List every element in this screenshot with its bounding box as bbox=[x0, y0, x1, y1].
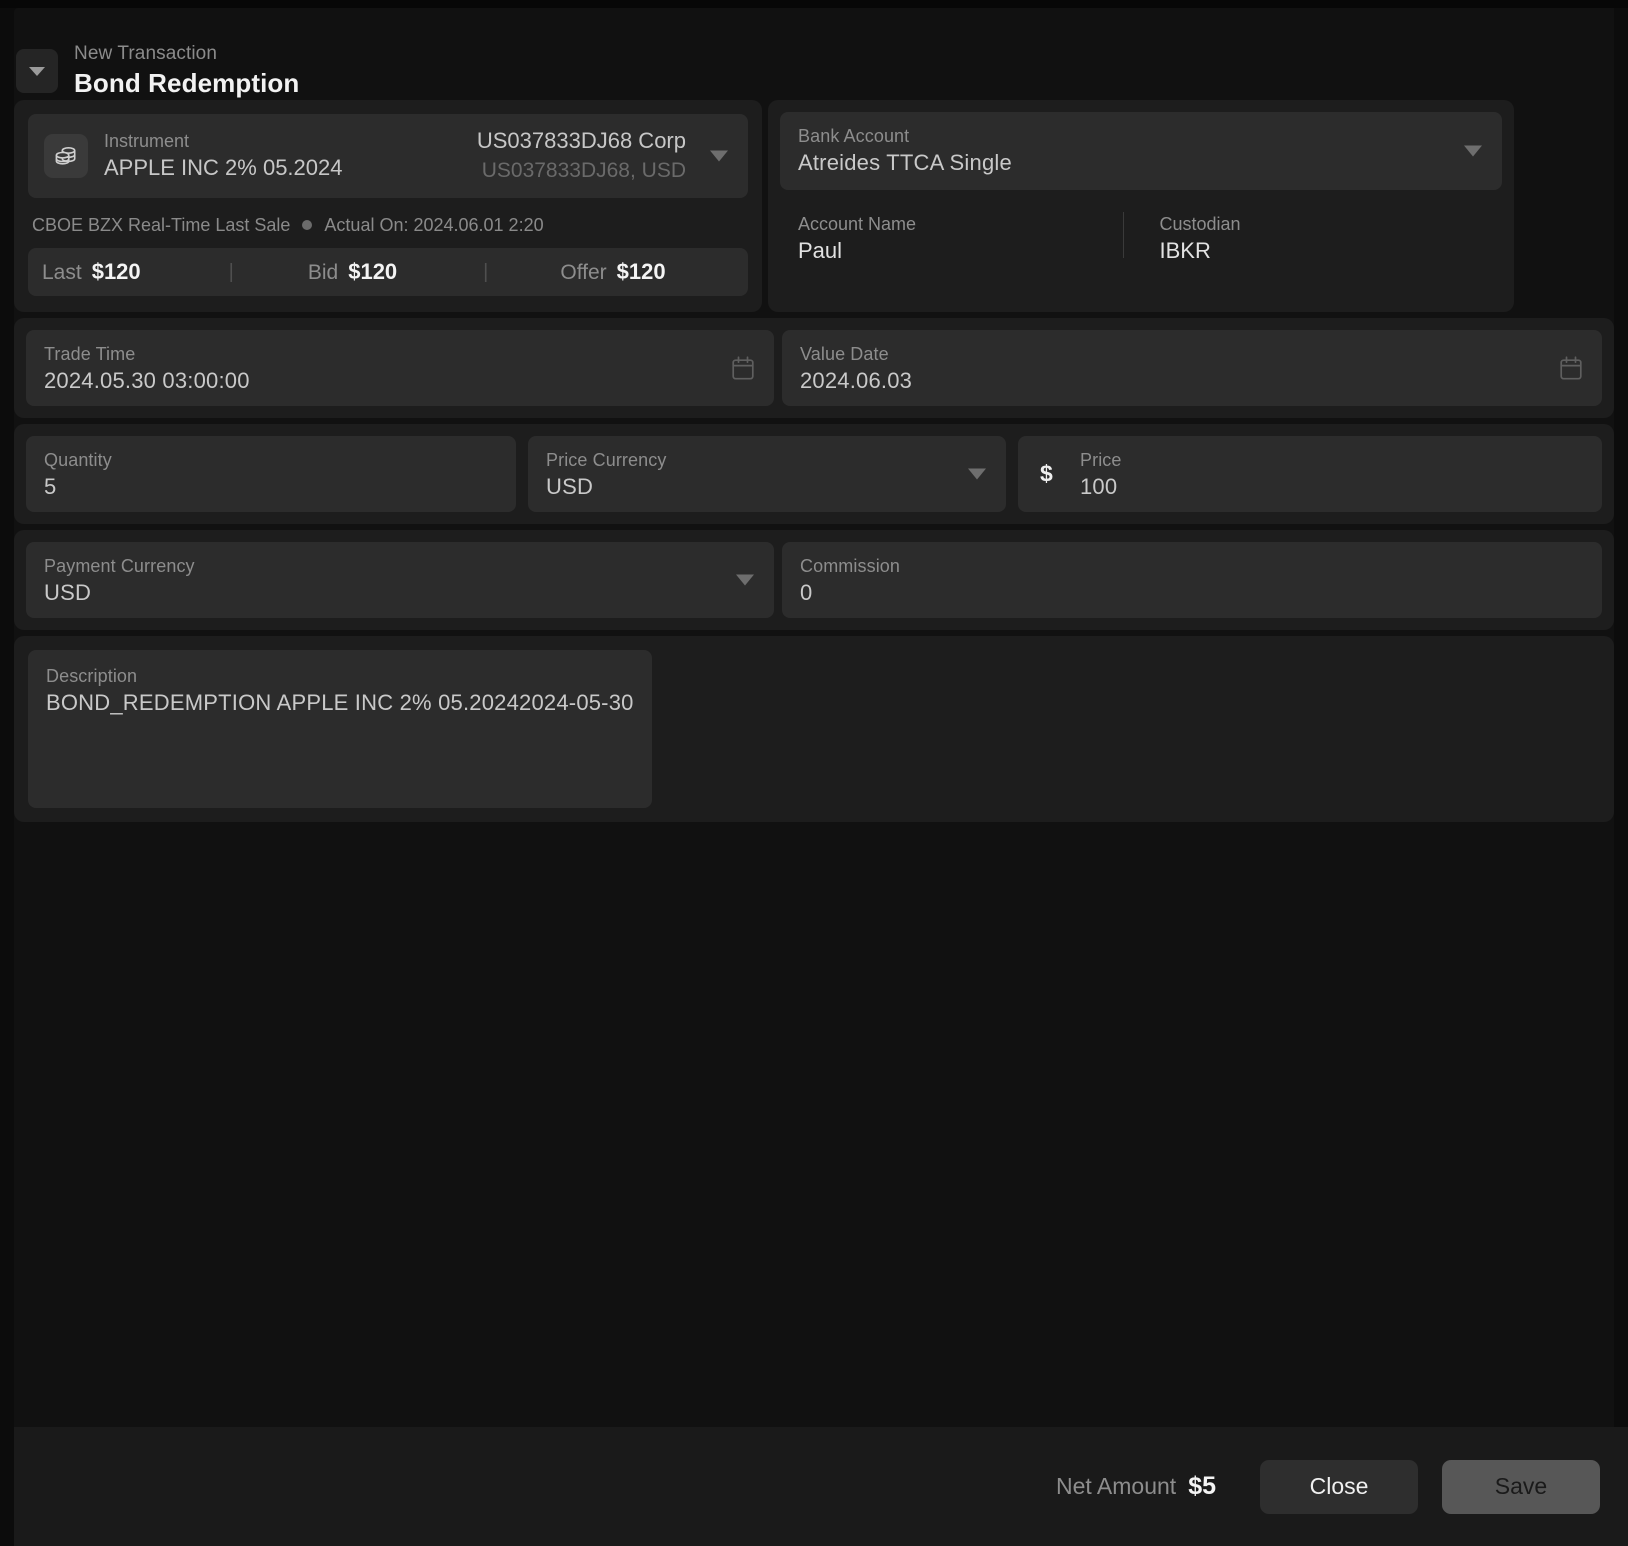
instrument-identifier: US037833DJ68 Corp bbox=[477, 126, 686, 156]
bank-details-row: Account Name Paul Custodian IBKR bbox=[780, 190, 1502, 266]
bank-account-select[interactable]: Bank Account Atreides TTCA Single bbox=[780, 112, 1502, 190]
dialog-footer: Net Amount $5 Close Save bbox=[14, 1427, 1628, 1546]
quantity-value: 5 bbox=[44, 472, 498, 502]
description-panel: Description BOND_REDEMPTION APPLE INC 2%… bbox=[14, 636, 1614, 822]
coins-stack-icon bbox=[44, 134, 88, 178]
payment-panel: Payment Currency USD Commission 0 bbox=[14, 530, 1614, 630]
calendar-icon[interactable] bbox=[1560, 356, 1582, 380]
bank-account-dropdown-chevron-down-icon[interactable] bbox=[1464, 146, 1482, 157]
close-button[interactable]: Close bbox=[1260, 1460, 1418, 1514]
description-field[interactable]: Description BOND_REDEMPTION APPLE INC 2%… bbox=[28, 650, 652, 808]
trade-time-value: 2024.05.30 03:00:00 bbox=[44, 366, 756, 396]
net-amount-value: $5 bbox=[1188, 1472, 1216, 1501]
chevron-down-icon bbox=[29, 67, 45, 76]
header-subtitle: New Transaction bbox=[74, 43, 299, 65]
account-name-label: Account Name bbox=[798, 212, 1123, 236]
price-currency-value: USD bbox=[546, 472, 988, 502]
bank-account-value: Atreides TTCA Single bbox=[798, 148, 1484, 178]
quote-bid-value: $120 bbox=[348, 259, 397, 285]
price-value: 100 bbox=[1080, 472, 1584, 502]
quote-last-label: Last bbox=[42, 261, 82, 285]
dates-panel: Trade Time 2024.05.30 03:00:00 Value Dat… bbox=[14, 318, 1614, 418]
commission-value: 0 bbox=[800, 578, 1584, 608]
quote-bid-label: Bid bbox=[308, 261, 338, 285]
quote-last: Last $120 bbox=[42, 259, 141, 285]
quantity-field[interactable]: Quantity 5 bbox=[26, 436, 516, 512]
collapse-toggle-button[interactable] bbox=[16, 49, 58, 93]
instrument-dropdown-chevron-down-icon[interactable] bbox=[710, 151, 728, 162]
commission-field[interactable]: Commission 0 bbox=[782, 542, 1602, 618]
payment-currency-label: Payment Currency bbox=[44, 554, 756, 578]
quote-separator: | bbox=[229, 261, 234, 284]
status-dot-icon bbox=[302, 220, 312, 230]
quote-offer: Offer $120 bbox=[560, 259, 665, 285]
instrument-panel: Instrument APPLE INC 2% 05.2024 US037833… bbox=[14, 100, 762, 312]
custodian-group: Custodian IBKR bbox=[1124, 212, 1485, 266]
instrument-name: APPLE INC 2% 05.2024 bbox=[104, 153, 342, 183]
price-currency-dropdown-chevron-down-icon[interactable] bbox=[968, 469, 986, 480]
quote-source-row: CBOE BZX Real-Time Last Sale Actual On: … bbox=[28, 198, 748, 248]
instrument-select[interactable]: Instrument APPLE INC 2% 05.2024 US037833… bbox=[28, 114, 748, 198]
quote-offer-label: Offer bbox=[560, 261, 606, 285]
payment-currency-select[interactable]: Payment Currency USD bbox=[26, 542, 774, 618]
quote-actual-on: Actual On: 2024.06.01 2:20 bbox=[324, 214, 543, 236]
amounts-panel: Quantity 5 Price Currency USD $ Price 10… bbox=[14, 424, 1614, 524]
dialog-header: New Transaction Bond Redemption bbox=[16, 8, 1614, 100]
value-date-value: 2024.06.03 bbox=[800, 366, 1584, 396]
account-name-group: Account Name Paul bbox=[798, 212, 1123, 266]
instrument-identifier-group: US037833DJ68 Corp US037833DJ68, USD bbox=[477, 126, 686, 186]
trade-time-label: Trade Time bbox=[44, 342, 756, 366]
save-button[interactable]: Save bbox=[1442, 1460, 1600, 1514]
price-field[interactable]: $ Price 100 bbox=[1018, 436, 1602, 512]
price-currency-select[interactable]: Price Currency USD bbox=[528, 436, 1006, 512]
custodian-value: IBKR bbox=[1160, 236, 1485, 266]
quote-separator: | bbox=[483, 261, 488, 284]
quote-bid: Bid $120 bbox=[308, 259, 397, 285]
description-value: BOND_REDEMPTION APPLE INC 2% 05.20242024… bbox=[46, 688, 634, 718]
quote-bar: Last $120 | Bid $120 | Offer $120 bbox=[28, 248, 748, 296]
account-name-value: Paul bbox=[798, 236, 1123, 266]
calendar-icon[interactable] bbox=[732, 356, 754, 380]
net-amount-group: Net Amount $5 bbox=[1056, 1472, 1216, 1501]
instrument-identifier-sub: US037833DJ68, USD bbox=[482, 156, 686, 186]
quote-last-value: $120 bbox=[92, 259, 141, 285]
instrument-texts: Instrument APPLE INC 2% 05.2024 bbox=[104, 129, 342, 183]
top-row: Instrument APPLE INC 2% 05.2024 US037833… bbox=[14, 100, 1614, 312]
net-amount-label: Net Amount bbox=[1056, 1473, 1176, 1500]
payment-currency-dropdown-chevron-down-icon[interactable] bbox=[736, 575, 754, 586]
dialog-body: New Transaction Bond Redemption bbox=[14, 8, 1614, 1427]
price-label: Price bbox=[1080, 448, 1584, 472]
window-top-strip bbox=[0, 0, 1628, 8]
transaction-dialog: New Transaction Bond Redemption bbox=[0, 0, 1628, 1546]
quantity-label: Quantity bbox=[44, 448, 498, 472]
header-texts: New Transaction Bond Redemption bbox=[74, 43, 299, 99]
value-date-label: Value Date bbox=[800, 342, 1584, 366]
quote-offer-value: $120 bbox=[617, 259, 666, 285]
price-currency-label: Price Currency bbox=[546, 448, 988, 472]
bank-account-panel: Bank Account Atreides TTCA Single Accoun… bbox=[768, 100, 1514, 312]
dollar-sign-icon: $ bbox=[1040, 461, 1053, 488]
instrument-label: Instrument bbox=[104, 129, 342, 153]
page-title: Bond Redemption bbox=[74, 67, 299, 99]
trade-time-field[interactable]: Trade Time 2024.05.30 03:00:00 bbox=[26, 330, 774, 406]
value-date-field[interactable]: Value Date 2024.06.03 bbox=[782, 330, 1602, 406]
commission-label: Commission bbox=[800, 554, 1584, 578]
description-label: Description bbox=[46, 664, 634, 688]
quote-source-name: CBOE BZX Real-Time Last Sale bbox=[32, 214, 290, 236]
payment-currency-value: USD bbox=[44, 578, 756, 608]
custodian-label: Custodian bbox=[1160, 212, 1485, 236]
bank-account-label: Bank Account bbox=[798, 124, 1484, 148]
